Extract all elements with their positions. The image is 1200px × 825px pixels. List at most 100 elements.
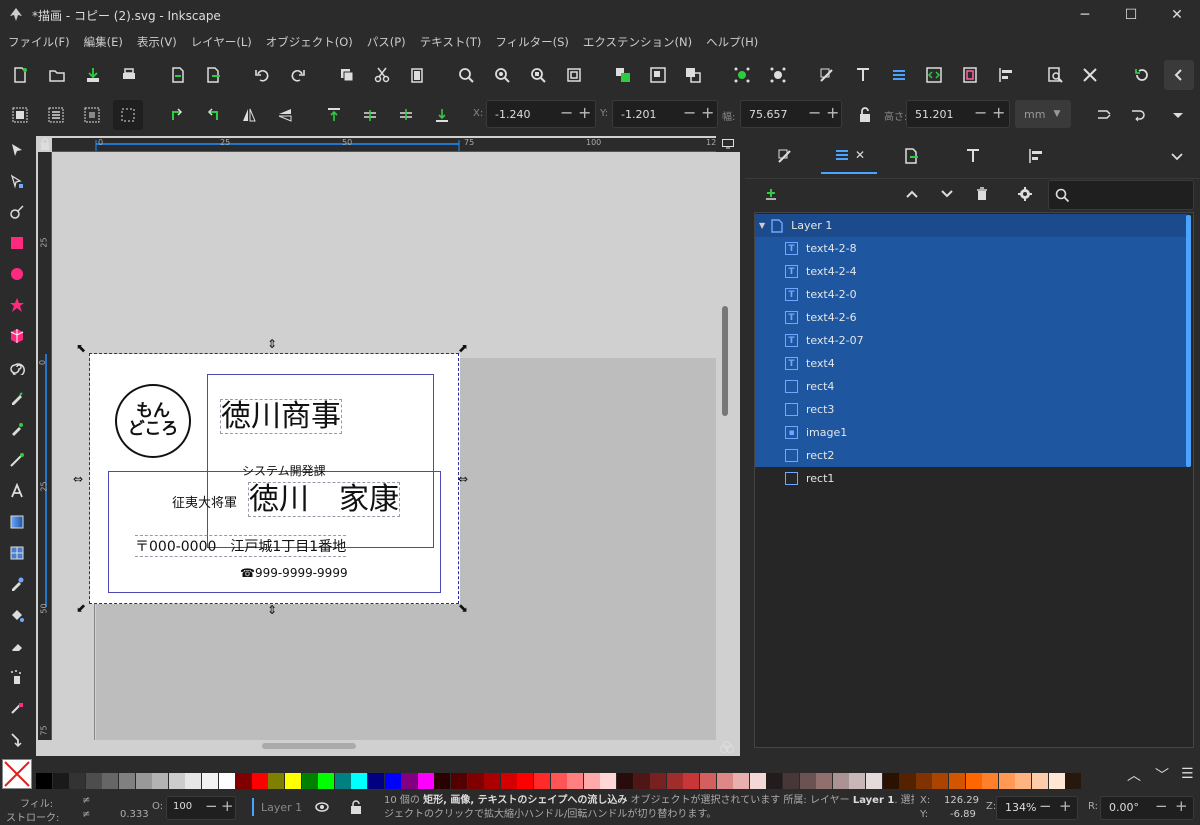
scale-handle-nw-icon[interactable]: ⬉ [76,341,86,355]
color-swatch[interactable] [517,773,534,789]
cut-icon[interactable] [370,63,394,87]
color-swatch[interactable] [451,773,467,789]
flip-vertical-icon[interactable] [273,103,297,127]
zoom-input[interactable]: 134% − + [996,796,1078,820]
color-swatch[interactable] [318,773,335,789]
paint-bucket-tool-icon[interactable] [5,603,29,627]
color-swatch[interactable] [733,773,750,789]
tree-row-text4-2-6[interactable]: Ttext4-2-6 [755,306,1187,329]
color-swatch[interactable] [982,773,999,789]
close-button[interactable]: ✕ [1154,0,1200,30]
raise-icon[interactable] [358,103,382,127]
color-swatch[interactable] [1032,773,1048,789]
scale-handle-n-icon[interactable]: ⇕ [267,337,277,351]
menu-layer[interactable]: レイヤー(L) [191,34,252,50]
zoom-fit-icon[interactable] [562,63,586,87]
color-swatch[interactable] [965,773,982,789]
xml-editor-icon[interactable] [922,63,946,87]
menu-path[interactable]: パス(P) [367,34,406,50]
tree-row-text4-2-0[interactable]: Ttext4-2-0 [755,283,1187,306]
color-swatch[interactable] [384,773,401,789]
rotate-ccw-icon[interactable] [165,103,189,127]
scale-stroke-icon[interactable] [1092,103,1116,127]
move-up-icon[interactable] [900,182,924,206]
paste-icon[interactable] [405,63,429,87]
vertical-ruler[interactable]: 25 0 25 50 75 [38,152,52,740]
color-swatch[interactable] [135,773,152,789]
select-all-icon[interactable] [8,103,32,127]
measure-tool-icon[interactable] [5,696,29,720]
menu-help[interactable]: ヘルプ(H) [706,34,758,50]
opacity-decrement-button[interactable]: − [205,797,218,815]
tree-row-text4[interactable]: Ttext4 [755,352,1187,375]
minimize-button[interactable]: ─ [1062,0,1108,30]
tree-row-text4-2-07[interactable]: Ttext4-2-07 [755,329,1187,352]
color-swatch[interactable] [417,773,434,789]
tree-row-rect1[interactable]: rect1 [755,467,1187,490]
close-tab-icon[interactable]: ✕ [855,148,865,162]
color-swatch[interactable] [85,773,102,789]
text-tool-icon[interactable] [5,479,29,503]
find-icon[interactable] [1043,63,1067,87]
palette-scroll-up-icon[interactable]: ︿ [1127,765,1141,785]
color-swatch[interactable] [1065,773,1082,789]
logo-image[interactable]: もん どころ [115,384,191,458]
text-font-icon[interactable] [851,63,875,87]
text-font-tab-icon[interactable] [961,144,985,168]
color-swatch[interactable] [119,773,135,789]
color-swatch[interactable] [52,773,69,789]
connector-tool-icon[interactable] [5,727,29,751]
color-swatch[interactable] [650,773,667,789]
rotate-cw-button[interactable]: + [1175,797,1188,815]
layer-visibility-icon[interactable] [314,799,330,818]
color-swatch[interactable] [1048,773,1065,789]
tree-row-image1[interactable]: ▪ image1 [755,421,1187,444]
y-decrement-button[interactable]: − [683,103,696,122]
color-swatch[interactable] [484,773,501,789]
color-swatch[interactable] [268,773,285,789]
x-increment-button[interactable]: + [578,103,591,122]
tree-row-text4-2-4[interactable]: Ttext4-2-4 [755,260,1187,283]
color-swatch[interactable] [152,773,169,789]
fill-stroke-icon[interactable] [815,63,839,87]
horizontal-scrollbar[interactable] [262,743,356,749]
color-swatch[interactable] [949,773,965,789]
color-swatch[interactable] [69,773,86,789]
color-swatch[interactable] [251,773,268,789]
export-icon[interactable] [201,63,225,87]
gradient-tool-icon[interactable] [5,510,29,534]
y-increment-button[interactable]: + [701,103,714,122]
color-swatch[interactable] [849,773,866,789]
move-down-icon[interactable] [935,182,959,206]
person-name-text[interactable]: 徳川 家康 [248,482,400,517]
flip-horizontal-icon[interactable] [237,103,261,127]
snap-popover-button[interactable] [1164,60,1194,90]
scale-handle-s-icon[interactable]: ⇕ [267,603,277,617]
color-swatch[interactable] [185,773,202,789]
color-swatch[interactable] [434,773,451,789]
panel-menu-chevron-icon[interactable] [1165,144,1189,168]
color-swatch[interactable] [1015,773,1032,789]
color-swatch[interactable] [583,773,600,789]
color-swatch[interactable] [617,773,633,789]
scale-handle-ne-icon[interactable]: ⬈ [458,341,468,355]
mesh-tool-icon[interactable] [5,541,29,565]
pencil-tool-icon[interactable] [5,386,29,410]
add-layer-icon[interactable] [759,182,783,206]
dropper-tool-icon[interactable] [5,572,29,596]
tree-row-rect2[interactable]: rect2 [755,444,1187,467]
color-swatch[interactable] [832,773,849,789]
tree-scrollbar[interactable] [1186,215,1191,467]
node-tool-icon[interactable] [5,169,29,193]
scale-handle-w-icon[interactable]: ⇔ [73,472,83,486]
layers-objects-icon[interactable] [887,63,911,87]
rotate-ccw-button[interactable]: − [1155,797,1168,815]
display-mode-icon[interactable] [716,136,740,152]
pen-tool-icon[interactable] [5,417,29,441]
spray-tool-icon[interactable] [5,665,29,689]
copy-icon[interactable] [335,63,359,87]
fill-value[interactable]: ≠ [82,795,90,806]
tree-row-rect4[interactable]: rect4 [755,375,1187,398]
color-swatch[interactable] [334,773,351,789]
palette-menu-icon[interactable]: ☰ [1181,766,1194,782]
